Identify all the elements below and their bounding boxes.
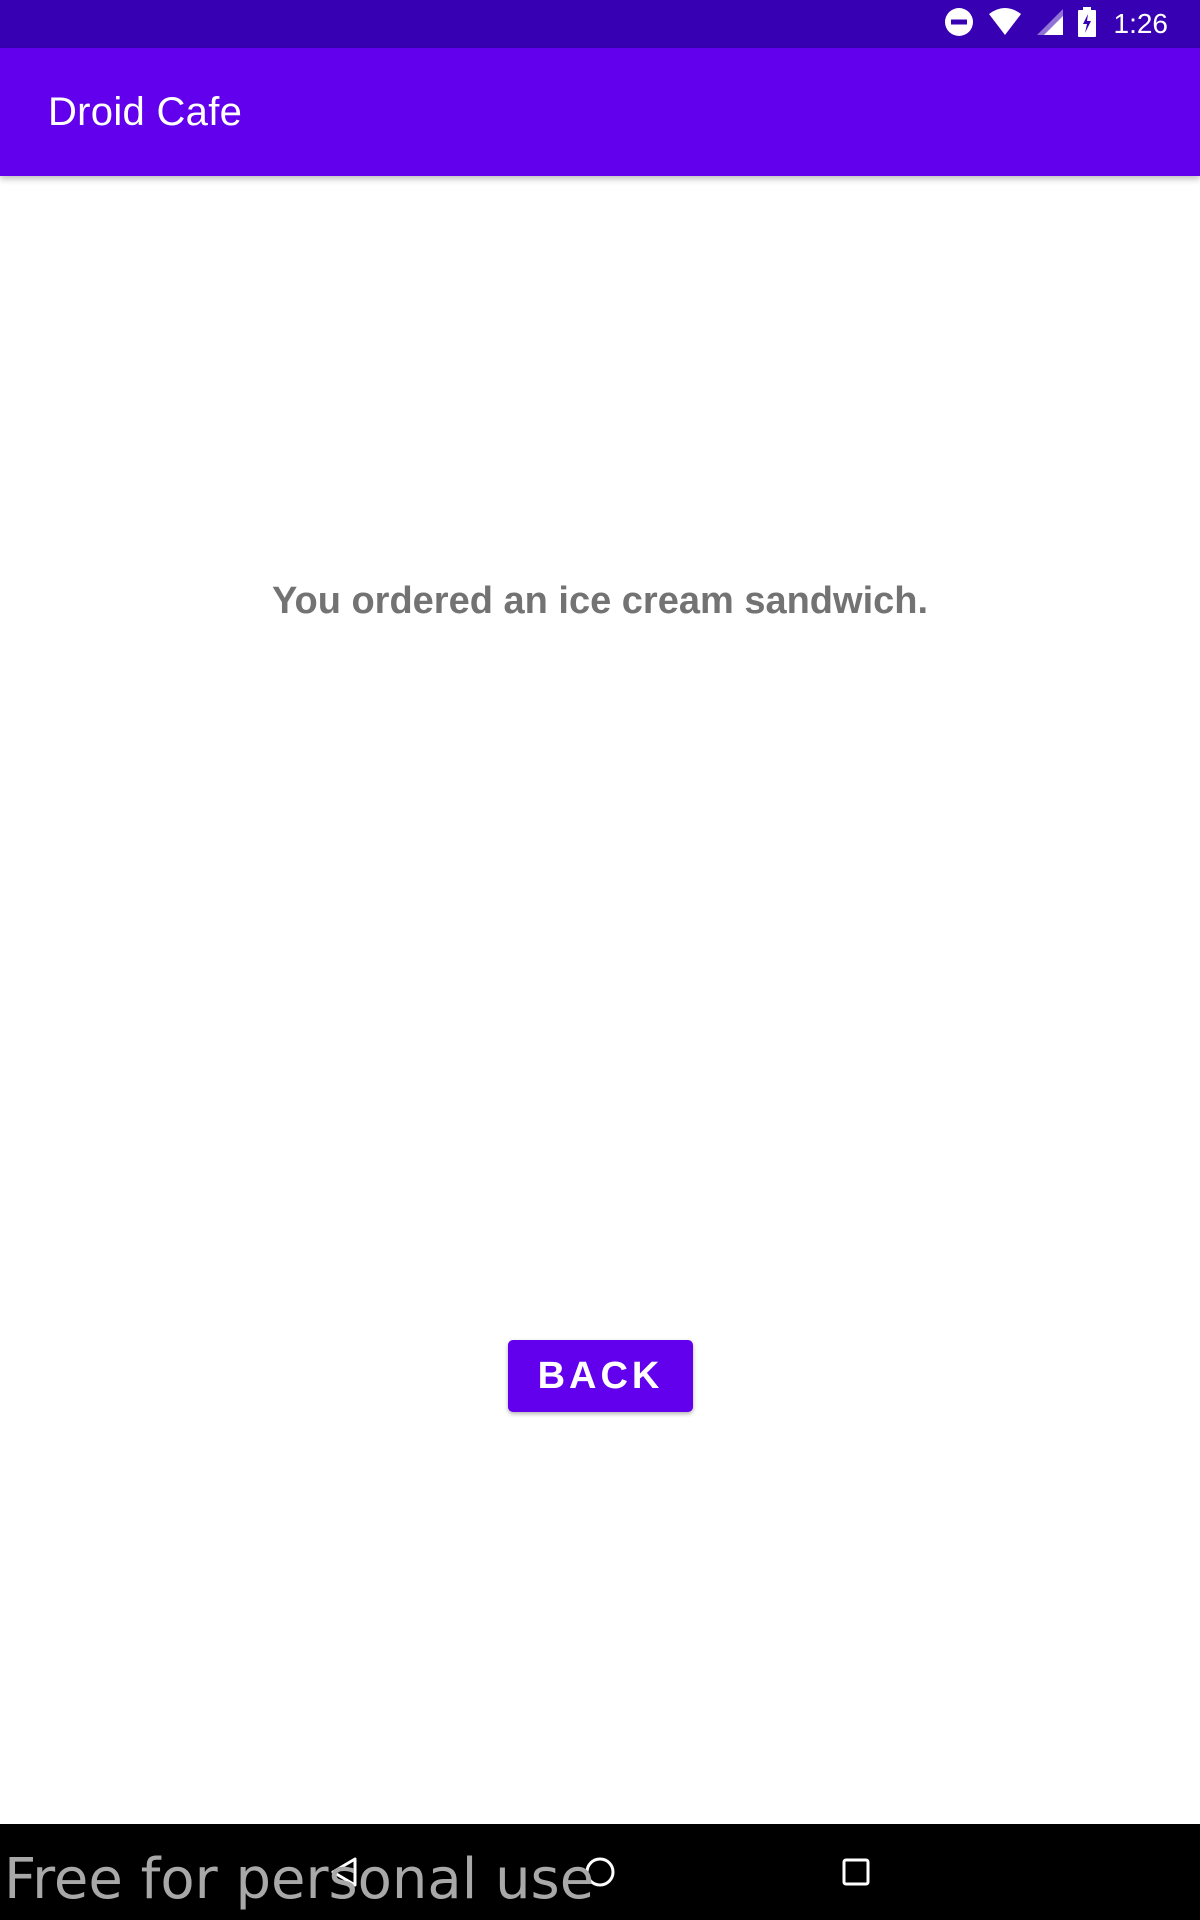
recents-nav-icon[interactable]: [808, 1824, 904, 1920]
app-title: Droid Cafe: [48, 90, 243, 134]
status-time: 1:26: [1113, 8, 1169, 39]
battery-charging-icon: [1077, 6, 1096, 42]
status-icons: 1:26: [944, 0, 1169, 48]
app-bar: Droid Cafe: [0, 48, 1200, 176]
back-button[interactable]: BACK: [508, 1340, 693, 1412]
cell-signal-icon: [1036, 8, 1064, 41]
order-message: You ordered an ice cream sandwich.: [271, 580, 929, 622]
status-bar: 1:26: [0, 0, 1200, 48]
watermark-text: Free for personal use: [4, 1847, 595, 1912]
do-not-disturb-icon: [944, 7, 974, 42]
wifi-icon: [988, 7, 1022, 41]
